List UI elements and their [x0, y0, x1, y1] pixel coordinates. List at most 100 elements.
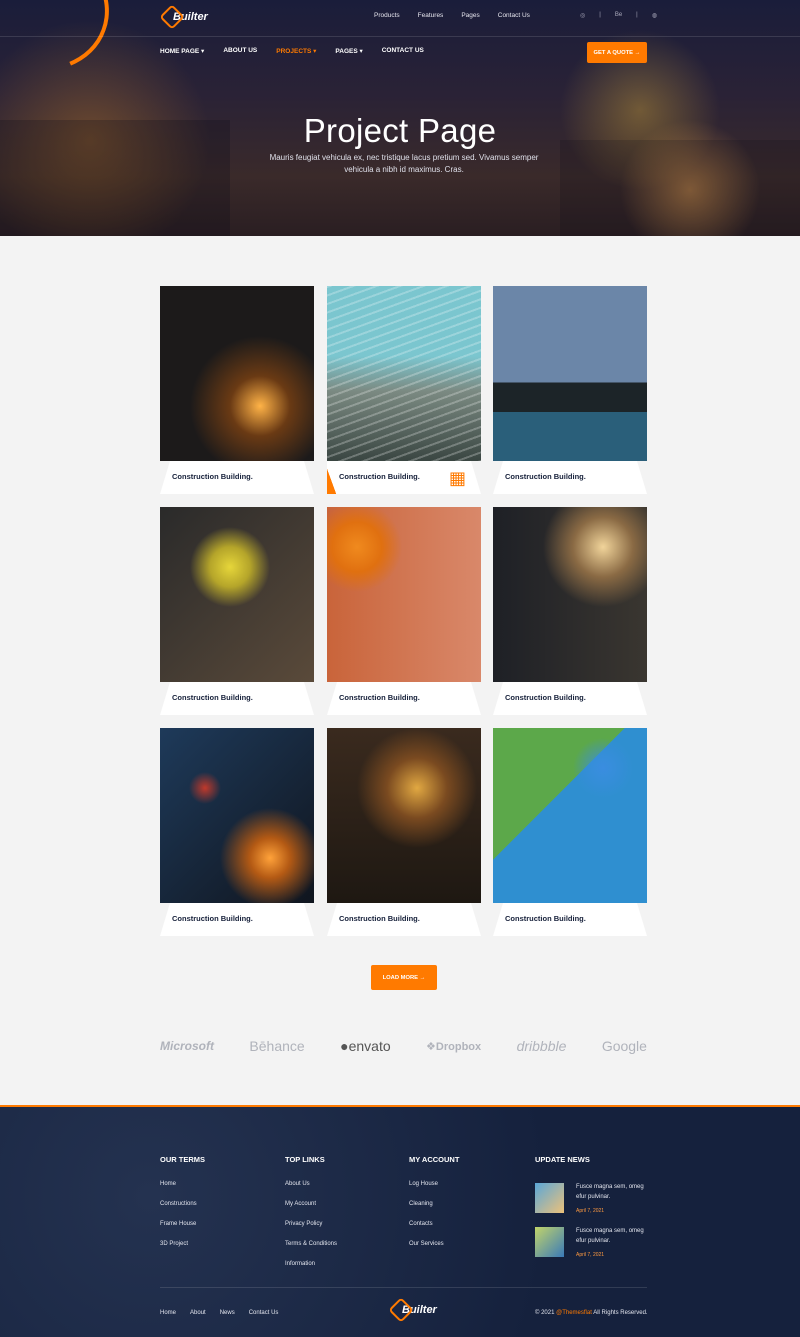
project-caption: Construction Building. — [505, 914, 586, 923]
news-thumbnail — [535, 1183, 564, 1213]
footer-link[interactable]: Privacy Policy — [285, 1221, 337, 1241]
footer-link[interactable]: Cleaning — [409, 1201, 459, 1221]
project-caption: Construction Building. — [172, 472, 253, 481]
brand-behance: Bēhance — [249, 1038, 305, 1054]
top-link-contact[interactable]: Contact Us — [498, 12, 530, 19]
copyright-pre: © 2021 — [535, 1310, 557, 1316]
get-a-quote-button[interactable]: GET A QUOTE → — [587, 42, 647, 63]
footer-col-title: UPDATE NEWS — [535, 1155, 590, 1164]
logo-icon — [388, 1297, 414, 1323]
load-more-button[interactable]: LOAD MORE → — [371, 965, 437, 990]
top-links: Products Features Pages Contact Us — [374, 12, 530, 19]
project-card[interactable]: Construction Building. — [160, 286, 314, 494]
brand-dribbble: dribbble — [516, 1038, 567, 1054]
brand-microsoft: Microsoft — [160, 1039, 214, 1053]
footer-link[interactable]: Contacts — [409, 1221, 459, 1241]
project-caption: Construction Building. — [339, 472, 420, 481]
top-link-pages[interactable]: Pages — [461, 12, 479, 19]
project-image — [160, 286, 314, 461]
social-links: ◎ | Be | ◍ — [580, 12, 657, 19]
brand-dropbox: ❖Dropbox — [426, 1040, 482, 1053]
dribbble-icon[interactable]: ◍ — [652, 12, 657, 19]
footer-link[interactable]: Terms & Conditions — [285, 1241, 337, 1261]
brand-google: Google — [601, 1038, 647, 1054]
top-link-products[interactable]: Products — [374, 12, 400, 19]
footer-logo[interactable]: Builter — [388, 1297, 437, 1323]
project-image — [327, 507, 481, 682]
project-image — [493, 286, 647, 461]
top-bar: Builter Products Features Pages Contact … — [0, 0, 800, 37]
project-card[interactable]: Construction Building. — [493, 507, 647, 715]
footer-link[interactable]: Frame House — [160, 1221, 205, 1241]
copyright-post: All Rights Reserved. — [591, 1310, 648, 1316]
project-image — [493, 507, 647, 682]
project-card[interactable]: Construction Building. ▦ — [327, 286, 481, 494]
footer: OUR TERMS Home Constructions Frame House… — [0, 1105, 800, 1337]
nav-contact[interactable]: CONTACT US — [382, 47, 424, 55]
news-date: April 7, 2021 — [576, 1252, 605, 1258]
brand-envato: ●envato — [340, 1038, 391, 1054]
footer-divider — [160, 1287, 647, 1288]
instagram-icon[interactable]: ◎ — [580, 12, 585, 19]
project-card[interactable]: Construction Building. — [160, 507, 314, 715]
footer-col-title: TOP LINKS — [285, 1155, 325, 1164]
project-caption: Construction Building. — [172, 914, 253, 923]
nav-home[interactable]: HOME PAGE ▾ — [160, 47, 204, 55]
page-subtitle: Mauris feugiat vehicula ex, nec tristiqu… — [269, 153, 539, 174]
bottom-link-news[interactable]: News — [220, 1310, 235, 1316]
footer-link[interactable]: Constructions — [160, 1201, 205, 1221]
social-separator: | — [636, 12, 638, 18]
project-image — [327, 728, 481, 903]
nav-about[interactable]: ABOUT US — [223, 47, 257, 55]
social-separator: | — [599, 12, 601, 18]
project-image — [160, 728, 314, 903]
project-card[interactable]: Construction Building. — [493, 728, 647, 936]
project-card[interactable]: Construction Building. — [327, 507, 481, 715]
footer-col-top-links: TOP LINKS About Us My Account Privacy Po… — [285, 1155, 337, 1281]
logo[interactable]: Builter — [159, 4, 208, 30]
news-date: April 7, 2021 — [576, 1208, 605, 1214]
footer-link[interactable]: 3D Project — [160, 1241, 205, 1261]
logo-icon — [159, 4, 185, 30]
nav-pages[interactable]: PAGES ▾ — [335, 47, 362, 55]
main-nav: HOME PAGE ▾ ABOUT US PROJECTS ▾ PAGES ▾ … — [160, 47, 424, 55]
project-image — [493, 728, 647, 903]
nav-projects[interactable]: PROJECTS ▾ — [276, 47, 316, 55]
project-card[interactable]: Construction Building. — [160, 728, 314, 936]
news-item[interactable]: Fusce magna sem, omeg efur pulvinar. Apr… — [535, 1183, 650, 1217]
building-icon: ▦ — [449, 468, 467, 488]
bottom-link-about[interactable]: About — [190, 1310, 206, 1316]
footer-link[interactable]: Log House — [409, 1181, 459, 1201]
footer-link[interactable]: Information — [285, 1261, 337, 1281]
project-card[interactable]: Construction Building. — [327, 728, 481, 936]
footer-col-news: UPDATE NEWS — [535, 1155, 590, 1181]
footer-link[interactable]: Home — [160, 1181, 205, 1201]
footer-col-terms: OUR TERMS Home Constructions Frame House… — [160, 1155, 205, 1261]
copyright-org[interactable]: @Themesflat — [556, 1310, 592, 1316]
news-text: Fusce magna sem, omeg efur pulvinar. — [576, 1184, 644, 1200]
footer-bottom-links: Home About News Contact Us — [160, 1310, 278, 1316]
project-caption: Construction Building. — [339, 914, 420, 923]
project-image — [160, 507, 314, 682]
bottom-link-home[interactable]: Home — [160, 1310, 176, 1316]
footer-link[interactable]: About Us — [285, 1181, 337, 1201]
news-thumbnail — [535, 1227, 564, 1257]
project-caption: Construction Building. — [172, 693, 253, 702]
footer-col-account: MY ACCOUNT Log House Cleaning Contacts O… — [409, 1155, 459, 1261]
project-image — [327, 286, 481, 461]
project-caption: Construction Building. — [339, 693, 420, 702]
footer-col-title: MY ACCOUNT — [409, 1155, 460, 1164]
news-item[interactable]: Fusce magna sem, omeg efur pulvinar. Apr… — [535, 1227, 650, 1261]
copyright: © 2021 @Themesflat All Rights Reserved. — [535, 1310, 648, 1316]
news-text: Fusce magna sem, omeg efur pulvinar. — [576, 1228, 644, 1244]
project-caption: Construction Building. — [505, 472, 586, 481]
page-title: Project Page — [303, 112, 497, 149]
project-card[interactable]: Construction Building. — [493, 286, 647, 494]
bottom-link-contact[interactable]: Contact Us — [249, 1310, 279, 1316]
footer-link[interactable]: My Account — [285, 1201, 337, 1221]
top-link-features[interactable]: Features — [418, 12, 444, 19]
footer-link[interactable]: Our Services — [409, 1241, 459, 1261]
behance-icon[interactable]: Be — [615, 12, 622, 19]
project-caption: Construction Building. — [505, 693, 586, 702]
brand-logos: Microsoft Bēhance ●envato ❖Dropbox dribb… — [160, 1038, 647, 1054]
